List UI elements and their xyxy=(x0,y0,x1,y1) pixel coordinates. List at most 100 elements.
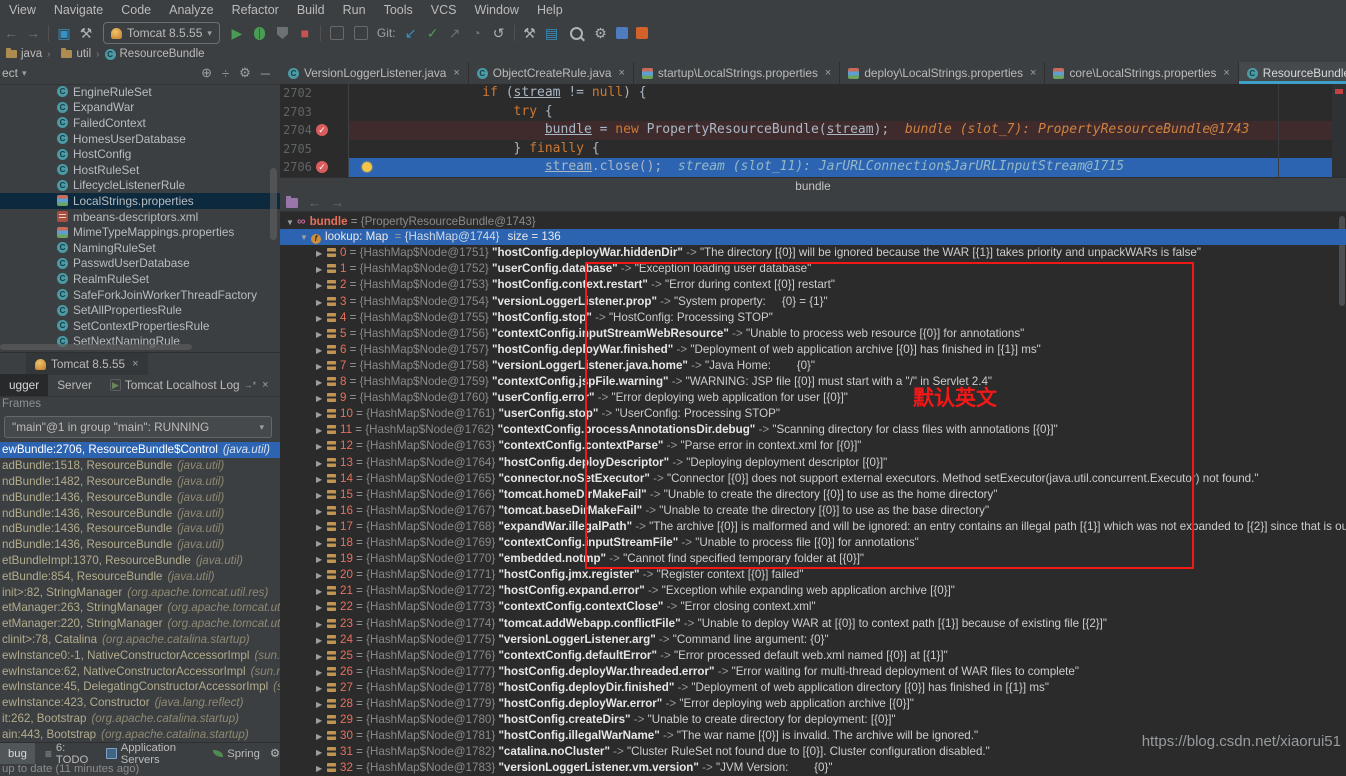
close-icon[interactable]: × xyxy=(1030,67,1036,79)
breakpoint-icon[interactable]: ✓ xyxy=(316,161,328,173)
tree-item-safeforkjoinworkerthreadfactory[interactable]: CSafeForkJoinWorkerThreadFactory xyxy=(0,287,280,303)
breadcrumb-java[interactable]: java xyxy=(21,48,42,60)
tree-item-localstrings-properties[interactable]: LocalStrings.properties xyxy=(0,193,280,209)
tree-item-passwduserdatabase[interactable]: CPasswdUserDatabase xyxy=(0,256,280,272)
variable-row-bundle[interactable]: ▼∞bundle = {PropertyResourceBundle@1743} xyxy=(280,213,1346,229)
stack-frame-row[interactable]: adBundle:1518, ResourceBundle(java.util) xyxy=(0,458,280,474)
forward-icon[interactable]: → xyxy=(331,195,344,210)
map-entry-row[interactable]: ▶12 = {HashMap$Node@1763} "contextConfig… xyxy=(280,438,1346,454)
tree-item-mbeans-descriptors-xml[interactable]: mbeans-descriptors.xml xyxy=(0,209,280,225)
expand-arrow-icon[interactable]: ▼ xyxy=(286,215,297,229)
expand-arrow-icon[interactable]: ▶ xyxy=(316,472,327,487)
expand-arrow-icon[interactable]: ▶ xyxy=(316,536,327,551)
map-entry-row[interactable]: ▶9 = {HashMap$Node@1760} "userConfig.err… xyxy=(280,390,1346,406)
map-entry-row[interactable]: ▶5 = {HashMap$Node@1756} "contextConfig.… xyxy=(280,326,1346,342)
back-icon[interactable]: ← xyxy=(0,25,22,41)
debugger-tab-1[interactable]: ugger xyxy=(0,374,48,396)
stack-frame-row[interactable]: ndBundle:1436, ResourceBundle(java.util) xyxy=(0,521,280,537)
line-number[interactable]: 2703 xyxy=(283,103,323,122)
tree-item-namingruleset[interactable]: CNamingRuleSet xyxy=(0,240,280,256)
thread-selector[interactable]: "main"@1 in group "main": RUNNING ▾ xyxy=(4,416,272,438)
expand-arrow-icon[interactable]: ▶ xyxy=(316,488,327,503)
map-entry-row[interactable]: ▶0 = {HashMap$Node@1751} "hostConfig.dep… xyxy=(280,245,1346,261)
menu-item-code[interactable]: Code xyxy=(112,3,160,17)
debugger-tab-3[interactable]: ▶Tomcat Localhost Log→*× xyxy=(101,378,278,392)
map-entry-row[interactable]: ▶22 = {HashMap$Node@1773} "contextConfig… xyxy=(280,599,1346,615)
editor-tab-4[interactable]: deploy\LocalStrings.properties× xyxy=(840,62,1045,84)
expand-arrow-icon[interactable]: ▶ xyxy=(316,729,327,744)
map-entry-row[interactable]: ▶3 = {HashMap$Node@1754} "versionLoggerL… xyxy=(280,294,1346,310)
expand-arrow-icon[interactable]: ▶ xyxy=(316,665,327,680)
map-entry-row[interactable]: ▶28 = {HashMap$Node@1779} "hostConfig.de… xyxy=(280,696,1346,712)
breadcrumb-resourcebundle[interactable]: ResourceBundle xyxy=(120,48,205,60)
expand-arrow-icon[interactable]: ▶ xyxy=(316,359,327,374)
close-icon[interactable]: × xyxy=(1223,67,1229,79)
line-number[interactable]: 2705 xyxy=(283,140,323,159)
expand-arrow-icon[interactable]: ▶ xyxy=(316,423,327,438)
expand-arrow-icon[interactable]: ▶ xyxy=(316,391,327,406)
tree-vertical-scrollbar[interactable] xyxy=(270,168,277,240)
expand-arrow-icon[interactable]: ▶ xyxy=(316,552,327,567)
editor-scroll-stripe[interactable] xyxy=(1332,84,1346,177)
editor-tab-2[interactable]: CObjectCreateRule.java× xyxy=(469,62,634,84)
tree-item-expandwar[interactable]: CExpandWar xyxy=(0,100,280,116)
expand-arrow-icon[interactable]: ▶ xyxy=(316,456,327,471)
menu-item-navigate[interactable]: Navigate xyxy=(45,3,112,17)
stack-frame-row[interactable]: ewInstance:62, NativeConstructorAccessor… xyxy=(0,663,280,679)
map-entry-row[interactable]: ▶10 = {HashMap$Node@1761} "userConfig.st… xyxy=(280,406,1346,422)
map-entry-row[interactable]: ▶8 = {HashMap$Node@1759} "contextConfig.… xyxy=(280,374,1346,390)
expand-arrow-icon[interactable]: ▶ xyxy=(316,295,327,310)
editor-tab-5[interactable]: core\LocalStrings.properties× xyxy=(1045,62,1238,84)
tree-item-lifecyclelistenerrule[interactable]: CLifecycleListenerRule xyxy=(0,178,280,194)
expand-arrow-icon[interactable]: ▶ xyxy=(316,343,327,358)
map-entry-row[interactable]: ▶6 = {HashMap$Node@1757} "hostConfig.dep… xyxy=(280,342,1346,358)
stack-frame-row[interactable]: clinit>:78, Catalina(org.apache.catalina… xyxy=(0,632,280,648)
build-hammer-icon[interactable]: ⚒ xyxy=(75,25,97,42)
editor-tab-1[interactable]: CVersionLoggerListener.java× xyxy=(280,62,469,84)
expand-arrow-icon[interactable]: ▶ xyxy=(316,327,327,342)
map-entry-row[interactable]: ▶19 = {HashMap$Node@1770} "embedded.notm… xyxy=(280,551,1346,567)
tree-item-hostruleset[interactable]: CHostRuleSet xyxy=(0,162,280,178)
run-window-icon[interactable]: ▣ xyxy=(53,25,75,42)
close-icon[interactable]: × xyxy=(618,67,624,79)
map-entry-row[interactable]: ▶25 = {HashMap$Node@1776} "contextConfig… xyxy=(280,648,1346,664)
tree-item-setcontextpropertiesrule[interactable]: CSetContextPropertiesRule xyxy=(0,318,280,334)
expand-arrow-icon[interactable]: ▶ xyxy=(316,375,327,390)
map-entry-row[interactable]: ▶13 = {HashMap$Node@1764} "hostConfig.de… xyxy=(280,455,1346,471)
forward-icon[interactable]: → xyxy=(22,25,44,41)
expand-arrow-icon[interactable]: ▶ xyxy=(316,278,327,293)
expand-arrow-icon[interactable]: ▶ xyxy=(316,617,327,632)
debugger-tab-2[interactable]: Server xyxy=(48,378,101,392)
expand-arrow-icon[interactable]: ▶ xyxy=(316,584,327,599)
statusbar-item-spring[interactable]: Spring xyxy=(205,743,268,764)
map-entry-row[interactable]: ▶23 = {HashMap$Node@1774} "tomcat.addWeb… xyxy=(280,616,1346,632)
expand-arrow-icon[interactable]: ▶ xyxy=(316,520,327,535)
stack-frame-row[interactable]: ndBundle:1436, ResourceBundle(java.util) xyxy=(0,537,280,553)
stack-frame-row[interactable]: ewInstance:45, DelegatingConstructorAcce… xyxy=(0,679,280,695)
tree-item-setallpropertiesrule[interactable]: CSetAllPropertiesRule xyxy=(0,302,280,318)
map-entry-row[interactable]: ▶18 = {HashMap$Node@1769} "contextConfig… xyxy=(280,535,1346,551)
expand-arrow-icon[interactable]: ▶ xyxy=(316,311,327,326)
stack-frame-row[interactable]: etManager:263, StringManager(org.apache.… xyxy=(0,600,280,616)
map-entry-row[interactable]: ▶17 = {HashMap$Node@1768} "expandWar.ill… xyxy=(280,519,1346,535)
statusbar-item-6-todo[interactable]: ≡6: TODO xyxy=(37,743,96,764)
editor-tab-6[interactable]: CResourceBundle.java× xyxy=(1239,62,1346,84)
variable-row-lookup[interactable]: ▼flookup: Map = {HashMap@1744}size = 136 xyxy=(280,229,1346,245)
close-icon[interactable]: × xyxy=(453,67,459,79)
menu-item-analyze[interactable]: Analyze xyxy=(160,3,222,17)
stack-frame-row[interactable]: ewInstance:423, Constructor(java.lang.re… xyxy=(0,695,280,711)
stack-frame-row[interactable]: ndBundle:1436, ResourceBundle(java.util) xyxy=(0,505,280,521)
tree-item-mimetypemappings-properties[interactable]: MimeTypeMappings.properties xyxy=(0,224,280,240)
stack-frame-row[interactable]: etBundle:854, ResourceBundle(java.util) xyxy=(0,568,280,584)
map-entry-row[interactable]: ▶7 = {HashMap$Node@1758} "versionLoggerL… xyxy=(280,358,1346,374)
expand-arrow-icon[interactable]: ▶ xyxy=(316,761,327,776)
show-types-icon[interactable] xyxy=(286,198,298,208)
expand-arrow-icon[interactable]: ▶ xyxy=(316,246,327,261)
map-entry-row[interactable]: ▶4 = {HashMap$Node@1755} "hostConfig.sto… xyxy=(280,310,1346,326)
stack-frame-row[interactable]: init>:82, StringManager(org.apache.tomca… xyxy=(0,584,280,600)
statusbar-item-bug[interactable]: bug xyxy=(0,743,35,764)
expand-arrow-icon[interactable]: ▶ xyxy=(316,407,327,422)
tree-item-realmruleset[interactable]: CRealmRuleSet xyxy=(0,271,280,287)
tree-item-hostconfig[interactable]: CHostConfig xyxy=(0,146,280,162)
expand-arrow-icon[interactable]: ▶ xyxy=(316,713,327,728)
